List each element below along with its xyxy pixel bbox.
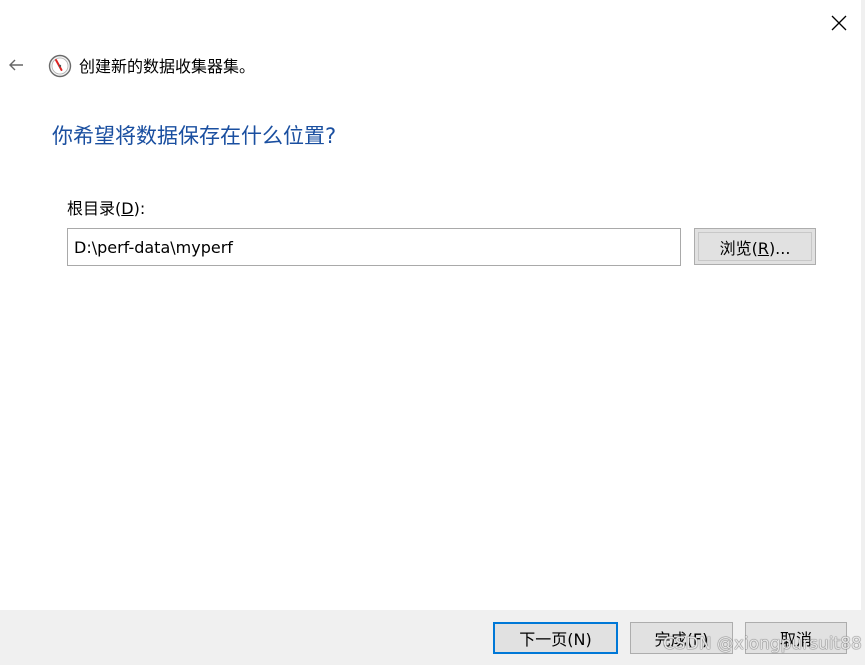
root-directory-input[interactable] — [67, 228, 681, 266]
window-right-edge — [861, 0, 865, 610]
close-button[interactable] — [822, 8, 856, 38]
back-arrow-icon — [9, 59, 23, 71]
root-directory-label-accesskey: D — [121, 199, 134, 218]
browse-button[interactable]: 浏览(R)... — [694, 228, 816, 265]
page-heading: 你希望将数据保存在什么位置? — [52, 124, 337, 148]
root-directory-label-suffix: ): — [133, 199, 146, 218]
root-directory-label-prefix: 根目录( — [67, 199, 122, 218]
performance-monitor-icon — [48, 54, 72, 78]
close-icon — [831, 15, 847, 31]
next-button[interactable]: 下一页(N) — [493, 622, 618, 654]
back-button[interactable] — [4, 53, 28, 77]
root-directory-label: 根目录(D): — [67, 198, 145, 220]
browse-button-focus-frame — [698, 232, 812, 261]
wizard-title: 创建新的数据收集器集。 — [79, 57, 256, 76]
watermark: CSDN @xiongpursuit88 — [663, 634, 862, 654]
